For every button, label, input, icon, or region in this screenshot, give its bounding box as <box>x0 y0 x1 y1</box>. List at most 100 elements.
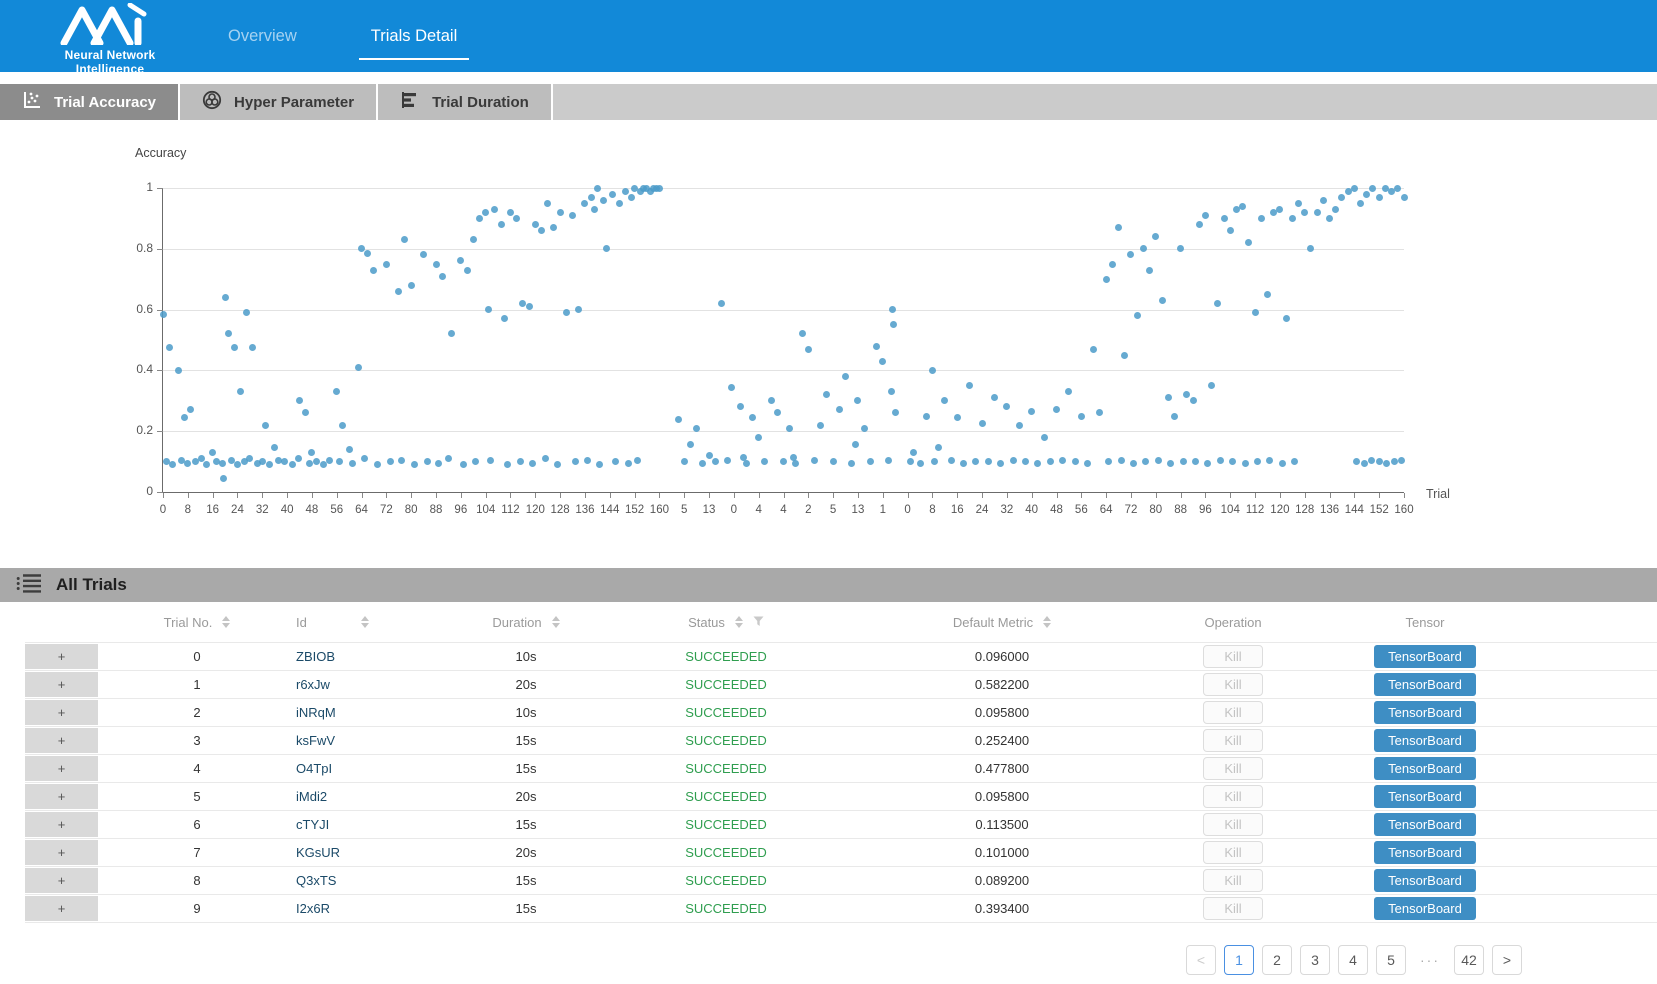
expand-row-button[interactable]: + <box>25 812 98 837</box>
scatter-point[interactable] <box>836 406 843 413</box>
scatter-point[interactable] <box>1177 245 1184 252</box>
scatter-point[interactable] <box>979 420 986 427</box>
scatter-point[interactable] <box>687 441 694 448</box>
scatter-point[interactable] <box>563 309 570 316</box>
scatter-point[interactable] <box>1192 458 1199 465</box>
subtab-trial-accuracy[interactable]: Trial Accuracy <box>0 84 180 120</box>
scatter-point[interactable] <box>1217 457 1224 464</box>
scatter-point[interactable] <box>538 227 545 234</box>
page-button-42[interactable]: 42 <box>1454 945 1484 975</box>
scatter-point[interactable] <box>346 446 353 453</box>
scatter-point[interactable] <box>485 306 492 313</box>
scatter-point[interactable] <box>370 267 377 274</box>
kill-button[interactable]: Kill <box>1203 897 1262 920</box>
scatter-point[interactable] <box>383 261 390 268</box>
scatter-point[interactable] <box>349 460 356 467</box>
scatter-point[interactable] <box>1363 191 1370 198</box>
scatter-point[interactable] <box>1096 409 1103 416</box>
scatter-point[interactable] <box>460 461 467 468</box>
scatter-point[interactable] <box>972 458 979 465</box>
scatter-point[interactable] <box>1171 413 1178 420</box>
expand-row-button[interactable]: + <box>25 700 98 725</box>
scatter-point[interactable] <box>625 460 632 467</box>
scatter-point[interactable] <box>728 384 735 391</box>
scatter-point[interactable] <box>1307 245 1314 252</box>
page-button-1[interactable]: 1 <box>1224 945 1254 975</box>
scatter-point[interactable] <box>160 311 167 318</box>
tensorboard-button[interactable]: TensorBoard <box>1374 869 1476 892</box>
scatter-point[interactable] <box>960 460 967 467</box>
scatter-point[interactable] <box>302 409 309 416</box>
scatter-point[interactable] <box>594 185 601 192</box>
scatter-point[interactable] <box>612 458 619 465</box>
scatter-point[interactable] <box>507 209 514 216</box>
scatter-point[interactable] <box>501 315 508 322</box>
scatter-point[interactable] <box>472 458 479 465</box>
scatter-point[interactable] <box>295 455 302 462</box>
scatter-point[interactable] <box>1078 413 1085 420</box>
page-button-5[interactable]: 5 <box>1376 945 1406 975</box>
scatter-point[interactable] <box>308 449 315 456</box>
tensorboard-button[interactable]: TensorBoard <box>1374 813 1476 836</box>
scatter-point[interactable] <box>572 458 579 465</box>
scatter-point[interactable] <box>634 457 641 464</box>
scatter-point[interactable] <box>169 461 176 468</box>
scatter-point[interactable] <box>554 461 561 468</box>
tensorboard-button[interactable]: TensorBoard <box>1374 785 1476 808</box>
column-header-id[interactable]: Id <box>296 615 446 630</box>
scatter-point[interactable] <box>1229 458 1236 465</box>
scatter-point[interactable] <box>774 409 781 416</box>
filter-icon[interactable] <box>753 615 764 630</box>
scatter-point[interactable] <box>529 460 536 467</box>
scatter-point[interactable] <box>1242 460 1249 467</box>
scatter-point[interactable] <box>842 373 849 380</box>
scatter-point[interactable] <box>569 212 576 219</box>
scatter-point[interactable] <box>718 300 725 307</box>
scatter-point[interactable] <box>1320 197 1327 204</box>
scatter-point[interactable] <box>681 458 688 465</box>
scatter-point[interactable] <box>448 330 455 337</box>
scatter-point[interactable] <box>1314 209 1321 216</box>
scatter-point[interactable] <box>482 209 489 216</box>
scatter-point[interactable] <box>622 188 629 195</box>
scatter-point[interactable] <box>743 460 750 467</box>
scatter-point[interactable] <box>1221 215 1228 222</box>
scatter-point[interactable] <box>326 457 333 464</box>
scatter-point[interactable] <box>1361 460 1368 467</box>
kill-button[interactable]: Kill <box>1203 673 1262 696</box>
scatter-point[interactable] <box>805 346 812 353</box>
scatter-point[interactable] <box>1118 457 1125 464</box>
scatter-point[interactable] <box>1258 215 1265 222</box>
scatter-point[interactable] <box>888 388 895 395</box>
scatter-point[interactable] <box>439 273 446 280</box>
scatter-point[interactable] <box>411 461 418 468</box>
scatter-point[interactable] <box>1208 382 1215 389</box>
scatter-point[interactable] <box>1202 212 1209 219</box>
scatter-point[interactable] <box>910 449 917 456</box>
scatter-point[interactable] <box>355 364 362 371</box>
scatter-point[interactable] <box>1121 352 1128 359</box>
scatter-point[interactable] <box>991 394 998 401</box>
column-header-status[interactable]: Status <box>606 615 846 630</box>
scatter-point[interactable] <box>1252 309 1259 316</box>
scatter-point[interactable] <box>861 425 868 432</box>
scatter-point[interactable] <box>693 425 700 432</box>
scatter-point[interactable] <box>885 457 892 464</box>
next-page-button[interactable]: > <box>1492 945 1522 975</box>
expand-row-button[interactable]: + <box>25 644 98 669</box>
page-button-3[interactable]: 3 <box>1300 945 1330 975</box>
sort-icon[interactable] <box>361 616 369 628</box>
scatter-point[interactable] <box>1196 221 1203 228</box>
scatter-point[interactable] <box>1398 457 1405 464</box>
expand-row-button[interactable]: + <box>25 728 98 753</box>
scatter-point[interactable] <box>550 224 557 231</box>
scatter-point[interactable] <box>1134 312 1141 319</box>
tensorboard-button[interactable]: TensorBoard <box>1374 897 1476 920</box>
scatter-point[interactable] <box>249 344 256 351</box>
scatter-point[interactable] <box>1245 239 1252 246</box>
scatter-point[interactable] <box>603 245 610 252</box>
scatter-point[interactable] <box>1165 394 1172 401</box>
tab-trials-detail[interactable]: Trials Detail <box>365 23 464 50</box>
expand-row-button[interactable]: + <box>25 840 98 865</box>
scatter-point[interactable] <box>262 422 269 429</box>
